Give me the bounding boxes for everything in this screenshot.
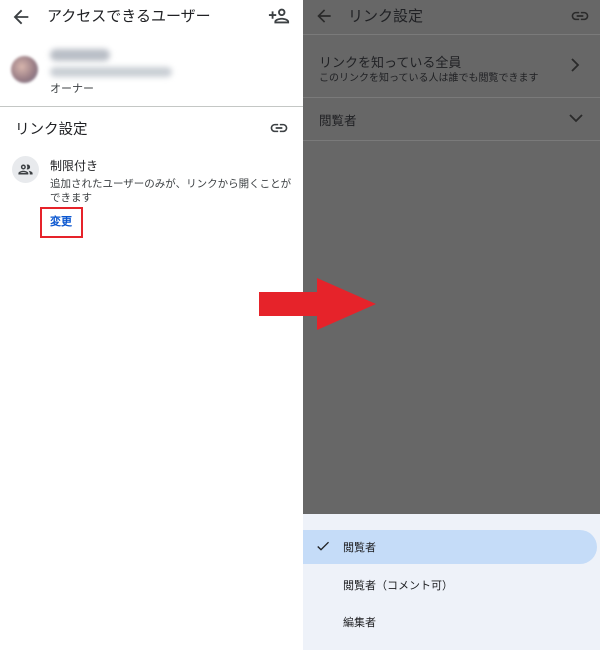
transition-arrow-icon bbox=[259, 278, 376, 330]
role-option-label: 閲覧者（コメント可） bbox=[343, 579, 453, 592]
role-option-editor[interactable]: 編集者 bbox=[303, 605, 600, 639]
role-dropdown-value: 閲覧者 bbox=[319, 113, 357, 128]
divider bbox=[0, 106, 303, 107]
owner-role-label: オーナー bbox=[50, 82, 94, 95]
redacted-user-email bbox=[50, 67, 172, 77]
general-access-row[interactable]: リンクを知っている全員 このリンクを知っている人は誰でも閲覧できます bbox=[303, 35, 600, 97]
change-button[interactable]: 変更 bbox=[50, 213, 72, 229]
back-arrow-icon[interactable] bbox=[10, 6, 32, 28]
owner-row: オーナー bbox=[0, 40, 303, 102]
role-option-label: 編集者 bbox=[343, 616, 376, 629]
access-description: 追加されたユーザーのみが、リンクから開くことができます bbox=[50, 178, 292, 204]
people-icon-circle bbox=[12, 156, 39, 183]
role-dropdown[interactable]: 閲覧者 bbox=[303, 98, 600, 140]
general-access-subtitle: このリンクを知っている人は誰でも閲覧できます bbox=[319, 73, 539, 84]
chevron-right-icon bbox=[571, 58, 580, 72]
top-app-bar: リンク設定 bbox=[303, 0, 600, 34]
link-icon[interactable] bbox=[269, 118, 289, 138]
link-settings-heading: リンク設定 bbox=[15, 122, 88, 138]
role-option-viewer[interactable]: 閲覧者 bbox=[303, 530, 597, 564]
person-add-icon[interactable] bbox=[268, 5, 290, 27]
top-app-bar: アクセスできるユーザー bbox=[0, 0, 303, 34]
divider bbox=[303, 140, 600, 141]
back-arrow-icon[interactable] bbox=[314, 6, 334, 26]
check-icon bbox=[317, 541, 329, 551]
redacted-user-name bbox=[50, 49, 110, 61]
link-icon[interactable] bbox=[570, 6, 590, 26]
role-option-commenter[interactable]: 閲覧者（コメント可） bbox=[303, 568, 600, 602]
page-title: アクセスできるユーザー bbox=[47, 7, 211, 25]
page-title: リンク設定 bbox=[348, 7, 424, 25]
role-bottom-sheet: 閲覧者 閲覧者（コメント可） 編集者 bbox=[303, 514, 600, 650]
access-level-label: 制限付き bbox=[50, 159, 99, 173]
role-option-label: 閲覧者 bbox=[343, 541, 376, 554]
avatar bbox=[11, 56, 38, 83]
people-icon bbox=[18, 164, 33, 175]
chevron-down-icon bbox=[569, 114, 583, 123]
access-users-screen: アクセスできるユーザー オーナー リンク設定 制限付き 追加されたユーザーのみが… bbox=[0, 0, 303, 650]
